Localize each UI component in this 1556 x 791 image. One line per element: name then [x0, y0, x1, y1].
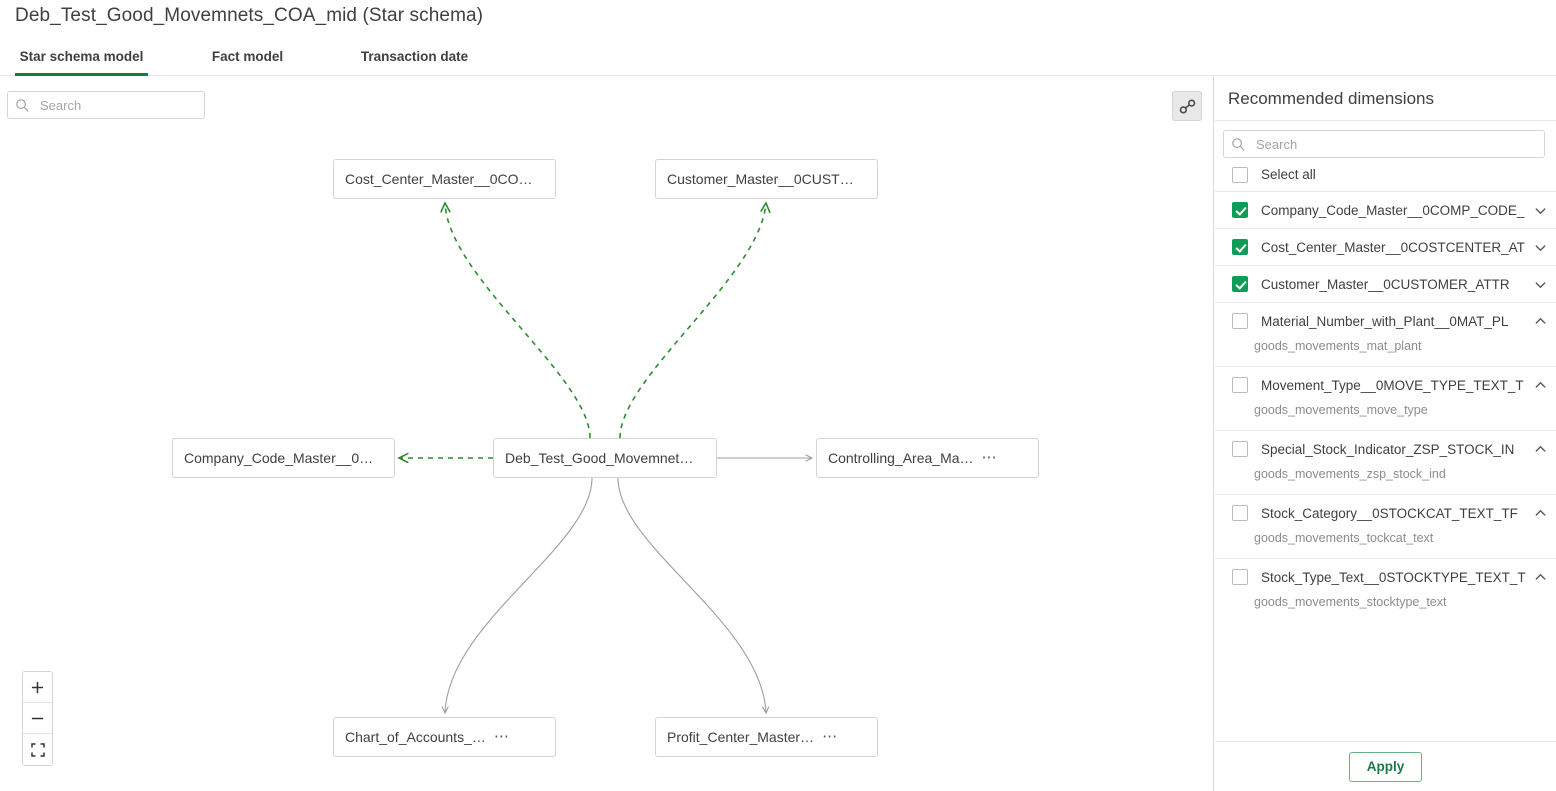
- node-company-code-master[interactable]: Company_Code_Master__0…: [172, 438, 395, 478]
- tab-bar: Star schema model Fact model Transaction…: [0, 42, 1556, 76]
- dimension-checkbox[interactable]: [1232, 377, 1248, 393]
- node-profit-center-master[interactable]: Profit_Center_Master… ⋯: [655, 717, 878, 757]
- dimension-source-table: goods_movements_stocktype_text: [1215, 595, 1556, 622]
- chevron-up-icon[interactable]: [1532, 505, 1548, 521]
- chevron-down-icon[interactable]: [1532, 202, 1548, 218]
- node-more-menu-icon[interactable]: ⋯: [822, 733, 839, 741]
- node-controlling-area-master[interactable]: Controlling_Area_Ma… ⋯: [816, 438, 1039, 478]
- node-cost-center-master[interactable]: Cost_Center_Master__0CO…: [333, 159, 556, 199]
- dimension-row[interactable]: Company_Code_Master__0COMP_CODE_: [1215, 192, 1556, 228]
- page-title: Deb_Test_Good_Movemnets_COA_mid (Star sc…: [15, 5, 483, 27]
- dimension-row[interactable]: Cost_Center_Master__0COSTCENTER_AT: [1215, 229, 1556, 265]
- dimension-source-table: goods_movements_mat_plant: [1215, 339, 1556, 366]
- dimension-checkbox[interactable]: [1232, 441, 1248, 457]
- chevron-up-icon[interactable]: [1532, 377, 1548, 393]
- panel-search-input[interactable]: [1254, 136, 1514, 153]
- chevron-down-icon[interactable]: [1532, 276, 1548, 292]
- dimension-list-item: Special_Stock_Indicator_ZSP_STOCK_INgood…: [1215, 431, 1556, 495]
- zoom-controls: [22, 671, 53, 766]
- chevron-up-icon[interactable]: [1532, 313, 1548, 329]
- tab-label: Fact model: [212, 49, 283, 64]
- dimension-list-item: Customer_Master__0CUSTOMER_ATTR: [1215, 266, 1556, 303]
- plus-icon: [31, 681, 44, 694]
- zoom-out-button[interactable]: [23, 703, 52, 734]
- dimension-row[interactable]: Special_Stock_Indicator_ZSP_STOCK_IN: [1215, 431, 1556, 467]
- select-all-label: Select all: [1261, 167, 1316, 182]
- select-all-checkbox[interactable]: [1232, 167, 1248, 183]
- app-root: Deb_Test_Good_Movemnets_COA_mid (Star sc…: [0, 0, 1556, 791]
- dimension-checkbox[interactable]: [1232, 569, 1248, 585]
- panel-title: Recommended dimensions: [1215, 77, 1556, 121]
- dimension-label: Stock_Category__0STOCKCAT_TEXT_TF: [1261, 506, 1528, 521]
- dimension-label: Movement_Type__0MOVE_TYPE_TEXT_T: [1261, 378, 1528, 393]
- panel-footer: Apply: [1215, 742, 1556, 791]
- select-all-row[interactable]: Select all: [1215, 158, 1556, 192]
- dimension-list[interactable]: Company_Code_Master__0COMP_CODE_ Cost_Cen…: [1215, 192, 1556, 742]
- fit-to-screen-button[interactable]: [23, 734, 52, 765]
- dimension-list-item: Company_Code_Master__0COMP_CODE_: [1215, 192, 1556, 229]
- dimension-label: Customer_Master__0CUSTOMER_ATTR: [1261, 277, 1528, 292]
- minus-icon: [31, 712, 44, 725]
- node-customer-master[interactable]: Customer_Master__0CUST…: [655, 159, 878, 199]
- node-deb-test-good-movemnets[interactable]: Deb_Test_Good_Movemnet…: [493, 438, 717, 478]
- panel-search-row: [1215, 121, 1556, 158]
- tab-label: Transaction date: [361, 49, 468, 64]
- chevron-down-icon[interactable]: [1532, 239, 1548, 255]
- dimension-list-item: Stock_Category__0STOCKCAT_TEXT_TF goods_m…: [1215, 495, 1556, 559]
- dimension-checkbox[interactable]: [1232, 313, 1248, 329]
- node-label: Deb_Test_Good_Movemnet…: [505, 450, 693, 466]
- node-label: Cost_Center_Master__0CO…: [345, 171, 533, 187]
- tab-label: Star schema model: [20, 49, 144, 64]
- panel-search-box[interactable]: [1223, 130, 1545, 158]
- node-more-menu-icon[interactable]: ⋯: [982, 454, 999, 462]
- dimension-row[interactable]: Movement_Type__0MOVE_TYPE_TEXT_T: [1215, 367, 1556, 403]
- node-label: Company_Code_Master__0…: [184, 450, 373, 466]
- node-layer: Cost_Center_Master__0CO… Customer_Master…: [0, 77, 1214, 791]
- zoom-in-button[interactable]: [23, 672, 52, 703]
- tab-star-schema-model[interactable]: Star schema model: [15, 42, 148, 76]
- dimension-list-item: Cost_Center_Master__0COSTCENTER_AT: [1215, 229, 1556, 266]
- dimension-checkbox[interactable]: [1232, 276, 1248, 292]
- chevron-up-icon[interactable]: [1532, 569, 1548, 585]
- dimension-source-table: goods_movements_move_type: [1215, 403, 1556, 430]
- dimension-row[interactable]: Stock_Type_Text__0STOCKTYPE_TEXT_T: [1215, 559, 1556, 595]
- dimension-list-item: Stock_Type_Text__0STOCKTYPE_TEXT_T goods_…: [1215, 559, 1556, 622]
- recommended-dimensions-panel: Recommended dimensions Select all Compan…: [1215, 77, 1556, 791]
- dimension-row[interactable]: Stock_Category__0STOCKCAT_TEXT_TF: [1215, 495, 1556, 531]
- dimension-label: Material_Number_with_Plant__0MAT_PL: [1261, 314, 1528, 329]
- dimension-checkbox[interactable]: [1232, 505, 1248, 521]
- node-label: Chart_of_Accounts_…: [345, 729, 486, 745]
- diagram-canvas[interactable]: Cost_Center_Master__0CO… Customer_Master…: [0, 77, 1214, 791]
- node-label: Profit_Center_Master…: [667, 729, 814, 745]
- node-label: Controlling_Area_Ma…: [828, 450, 974, 466]
- dimension-checkbox[interactable]: [1232, 202, 1248, 218]
- dimension-source-table: goods_movements_zsp_stock_ind: [1215, 467, 1556, 494]
- dimension-row[interactable]: Material_Number_with_Plant__0MAT_PL: [1215, 303, 1556, 339]
- node-chart-of-accounts[interactable]: Chart_of_Accounts_… ⋯: [333, 717, 556, 757]
- node-more-menu-icon[interactable]: ⋯: [494, 733, 511, 741]
- node-label: Customer_Master__0CUST…: [667, 171, 854, 187]
- tab-fact-model[interactable]: Fact model: [181, 42, 314, 76]
- apply-button[interactable]: Apply: [1349, 752, 1422, 782]
- fit-icon: [31, 743, 45, 757]
- dimension-label: Special_Stock_Indicator_ZSP_STOCK_IN: [1261, 442, 1528, 457]
- dimension-label: Company_Code_Master__0COMP_CODE_: [1261, 203, 1528, 218]
- tab-transaction-date[interactable]: Transaction date: [348, 42, 481, 76]
- dimension-row[interactable]: Customer_Master__0CUSTOMER_ATTR: [1215, 266, 1556, 302]
- chevron-up-icon[interactable]: [1532, 441, 1548, 457]
- dimension-label: Stock_Type_Text__0STOCKTYPE_TEXT_T: [1261, 570, 1528, 585]
- search-icon: [1231, 137, 1246, 152]
- dimension-source-table: goods_movements_tockcat_text: [1215, 531, 1556, 558]
- dimension-checkbox[interactable]: [1232, 239, 1248, 255]
- dimension-list-item: Movement_Type__0MOVE_TYPE_TEXT_T goods_mo…: [1215, 367, 1556, 431]
- dimension-list-item: Material_Number_with_Plant__0MAT_PLgoods…: [1215, 303, 1556, 367]
- dimension-label: Cost_Center_Master__0COSTCENTER_AT: [1261, 240, 1528, 255]
